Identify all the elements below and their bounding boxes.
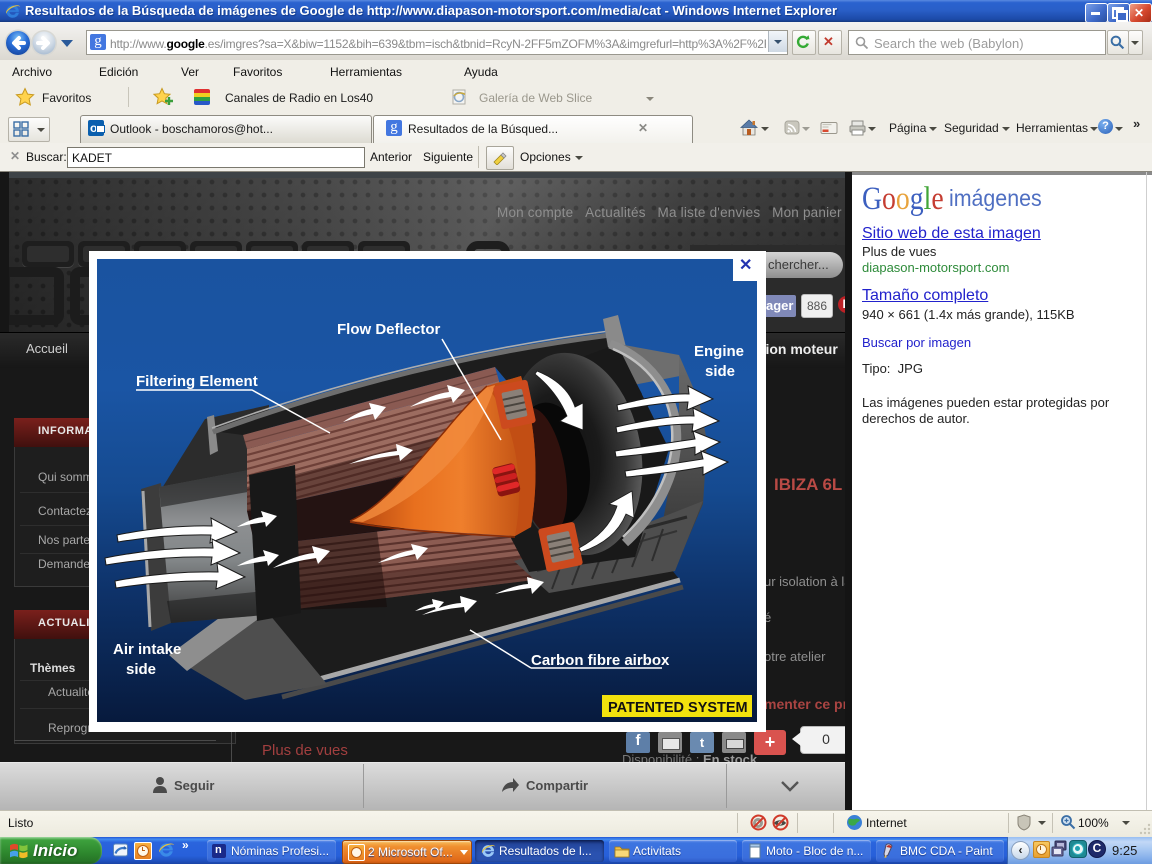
- svg-text:Carbon fibre airbox: Carbon fibre airbox: [531, 652, 670, 669]
- svg-text:side: side: [126, 661, 156, 678]
- svg-text:side: side: [705, 363, 735, 380]
- svg-text:Engine: Engine: [694, 343, 744, 360]
- svg-text:PATENTED SYSTEM: PATENTED SYSTEM: [608, 700, 748, 716]
- svg-text:Air intake: Air intake: [113, 641, 181, 658]
- svg-text:Filtering Element: Filtering Element: [136, 373, 258, 390]
- svg-text:Flow Deflector: Flow Deflector: [337, 321, 441, 338]
